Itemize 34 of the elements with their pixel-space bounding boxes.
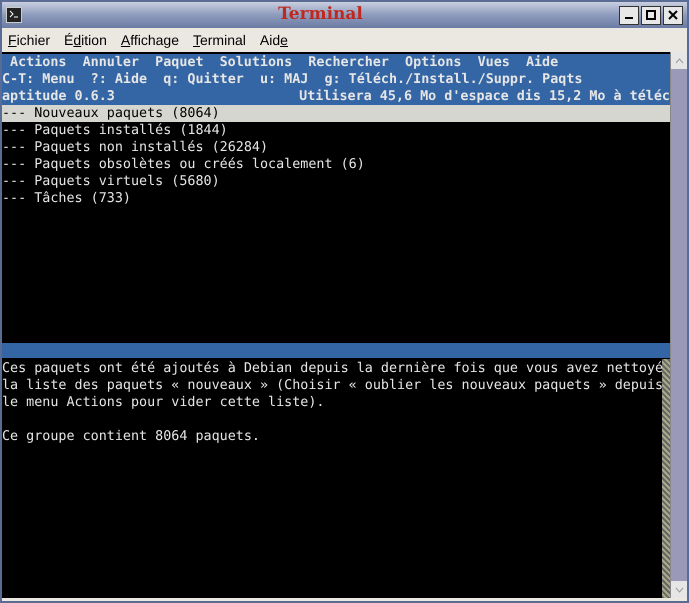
maximize-button[interactable] bbox=[641, 6, 661, 24]
package-group-row[interactable]: --- Paquets non installés (26284) bbox=[2, 139, 670, 156]
aptitude-menu-item[interactable]: Actions bbox=[10, 54, 66, 71]
aptitude-menu-item[interactable]: Solutions bbox=[220, 54, 292, 71]
menu-item[interactable]: Aide bbox=[260, 30, 288, 50]
package-group-row[interactable]: --- Paquets installés (1844) bbox=[2, 122, 670, 139]
maximize-icon bbox=[646, 10, 656, 20]
terminal-icon bbox=[6, 7, 22, 23]
aptitude-menu-item[interactable]: Options bbox=[405, 54, 462, 71]
minimize-icon bbox=[625, 17, 633, 19]
package-group-row[interactable]: --- Paquets obsolètes ou créés localement (6) bbox=[2, 156, 670, 173]
aptitude-menu-item[interactable]: Annuler bbox=[82, 54, 140, 71]
close-button[interactable] bbox=[663, 6, 683, 24]
menu-item[interactable]: Affichage bbox=[120, 30, 179, 50]
package-group-row[interactable]: --- Paquets virtuels (5680) bbox=[2, 173, 670, 190]
aptitude-menu-item[interactable]: Paquet bbox=[155, 54, 204, 71]
description-line: Ces paquets ont été ajoutés à Debian depuis la dernière fois que vous avez nettoyé bbox=[2, 360, 664, 377]
key-hints: C-T: Menu ?: Aide q: Quitter u: MAJ g: Téléch./Install./Suppr. Paqts bbox=[2, 72, 582, 87]
package-group-row[interactable]: --- Tâches (733) bbox=[2, 190, 670, 207]
aptitude-menu-item[interactable]: Rechercher bbox=[308, 54, 389, 71]
menu-item[interactable]: Terminal bbox=[192, 30, 246, 50]
menu-item[interactable]: Édition bbox=[64, 30, 107, 50]
description-line: le menu Actions pour vider cette liste). bbox=[2, 394, 326, 411]
description-line: la liste des paquets « nouveaux » (Choisir « oublier les nouveaux paquets » depuis bbox=[2, 377, 664, 394]
window-title: Terminal bbox=[278, 3, 363, 26]
close-icon bbox=[668, 10, 678, 20]
minimize-button[interactable] bbox=[619, 6, 639, 24]
aptitude-menu-item[interactable]: Aide bbox=[526, 54, 558, 71]
aptitude-menu-item[interactable]: Vues bbox=[478, 54, 510, 71]
description-line: Ce groupe contient 8064 paquets. bbox=[2, 428, 261, 445]
package-group-row[interactable]: --- Nouveaux paquets (8064) bbox=[2, 105, 670, 122]
menu-item[interactable]: Fichier bbox=[8, 30, 50, 50]
disk-usage-text: Utilisera 45,6 Mo d'espace dis 15,2 Mo à téléc bbox=[299, 88, 670, 105]
version-label: aptitude 0.6.3 bbox=[2, 88, 115, 105]
